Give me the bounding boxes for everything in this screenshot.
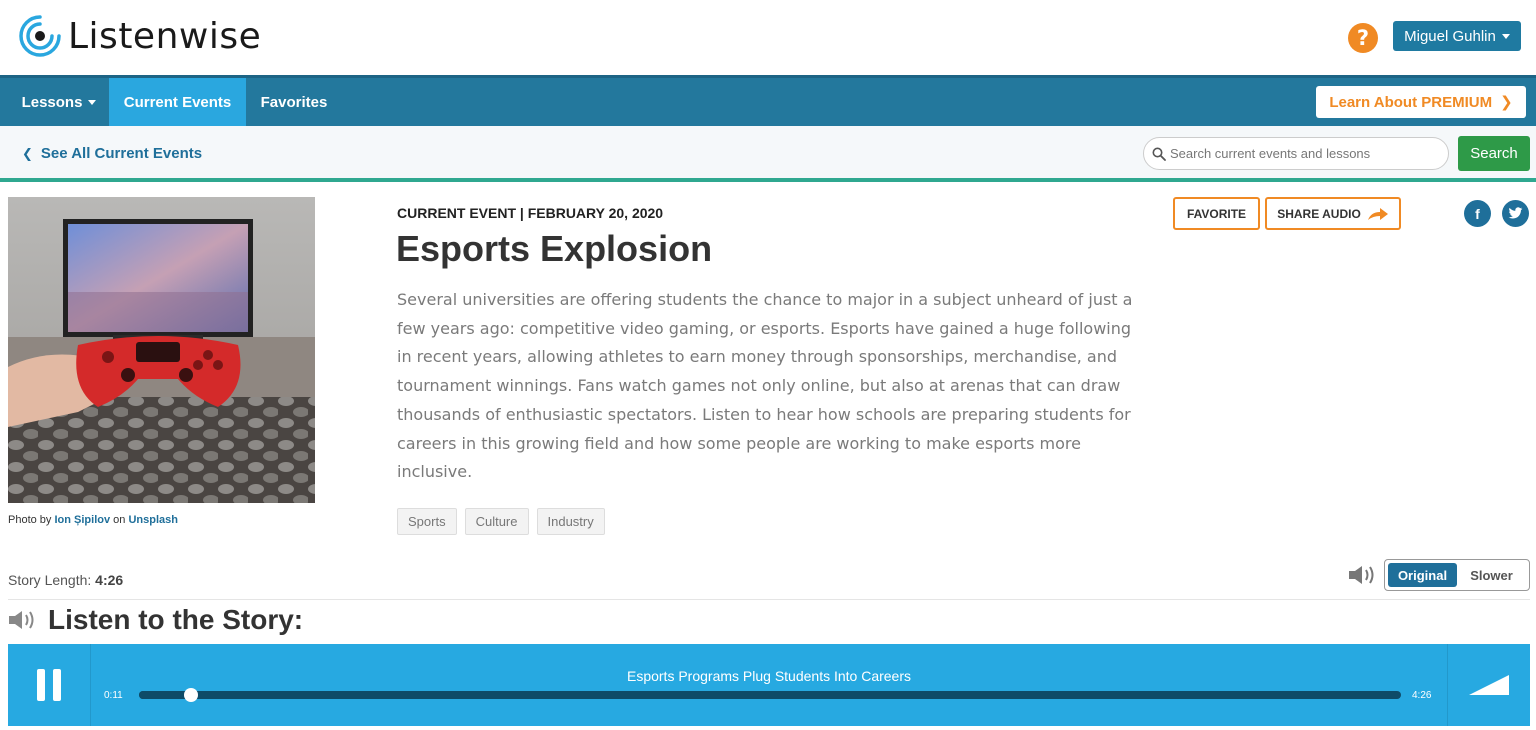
current-time: 0:11 [104,690,123,701]
help-icon[interactable]: ? [1348,23,1378,53]
photo-credit: Photo by Ion Șipilov on Unsplash [8,514,178,526]
share-arrow-icon [1367,207,1388,220]
top-header: Listenwise ? Miguel Guhlin [0,0,1536,75]
user-name: Miguel Guhlin [1404,27,1496,45]
back-link-label: See All Current Events [40,145,203,162]
audio-player: Esports Programs Plug Students Into Care… [8,644,1530,726]
share-audio-label: SHARE AUDIO [1277,206,1361,221]
total-time: 4:26 [1412,690,1432,701]
favorite-button[interactable]: FAVORITE [1173,197,1260,230]
chevron-down-icon [88,99,97,105]
speaker-icon [1349,566,1374,584]
volume-button[interactable] [1447,644,1530,726]
facebook-icon[interactable]: f [1464,200,1491,227]
story-length-value: 4:26 [95,572,124,588]
see-all-current-events-link[interactable]: ❮ See All Current Events [22,145,202,162]
story-length: Story Length: 4:26 [8,572,123,588]
progress-bar[interactable] [139,688,1401,702]
sub-toolbar: ❮ See All Current Events Search [0,126,1536,182]
listen-heading: Listen to the Story: [8,604,303,636]
photo-credit-prefix: Photo by [8,514,52,526]
track-title: Esports Programs Plug Students Into Care… [626,668,912,684]
pause-icon [53,669,61,701]
photo-author-link[interactable]: Ion Șipilov [54,514,110,526]
speed-original-button[interactable]: Original [1388,563,1457,587]
tag-culture[interactable]: Culture [464,508,529,535]
chevron-right-icon: ❯ [1500,94,1513,111]
main-nav: Lessons Current Events Favorites Learn A… [0,75,1536,126]
nav-lessons[interactable]: Lessons [10,78,108,126]
pause-button[interactable] [8,644,91,726]
share-audio-button[interactable]: SHARE AUDIO [1265,197,1401,230]
volume-icon [1469,675,1509,695]
photo-source-link[interactable]: Unsplash [128,514,178,526]
nav-current-events[interactable]: Current Events [109,78,246,126]
story-title: Esports Explosion [396,228,713,269]
chevron-down-icon [1501,33,1510,39]
photo-credit-joiner: on [113,514,126,526]
pause-icon [37,669,45,701]
learn-premium-button[interactable]: Learn About PREMIUM ❯ [1316,86,1526,118]
nav-lessons-label: Lessons [21,93,83,111]
speed-toggle: Original Slower [1384,559,1530,591]
speed-slower-button[interactable]: Slower [1457,563,1526,587]
speaker-icon [9,611,34,629]
listen-heading-text: Listen to the Story: [48,604,304,635]
progress-handle[interactable] [183,688,198,702]
premium-label: Learn About PREMIUM [1329,93,1493,111]
story-image [8,197,315,503]
listenwise-logo-icon [19,15,61,57]
story-description: Several universities are offering studen… [397,290,1133,482]
search-icon [1152,147,1166,161]
progress-fill [139,691,191,699]
user-menu-button[interactable]: Miguel Guhlin [1393,21,1521,51]
chevron-left-icon: ❮ [22,145,33,161]
logo-text: Listenwise [68,15,262,57]
story-length-label: Story Length: [8,572,92,588]
nav-current-events-label: Current Events [123,93,232,111]
nav-favorites-label: Favorites [260,93,328,111]
tag-industry[interactable]: Industry [536,508,605,535]
nav-favorites[interactable]: Favorites [246,78,342,126]
divider [8,599,1530,600]
story-eyebrow: CURRENT EVENT | FEBRUARY 20, 2020 [397,205,664,221]
esports-photo [8,197,315,503]
listenwise-logo[interactable]: Listenwise [16,8,261,64]
search-button[interactable]: Search [1458,136,1530,171]
search-box [1143,137,1449,170]
twitter-icon[interactable] [1502,200,1529,227]
search-input[interactable] [1170,146,1440,161]
story-tags: Sports Culture Industry [397,508,605,535]
tag-sports[interactable]: Sports [397,508,457,535]
